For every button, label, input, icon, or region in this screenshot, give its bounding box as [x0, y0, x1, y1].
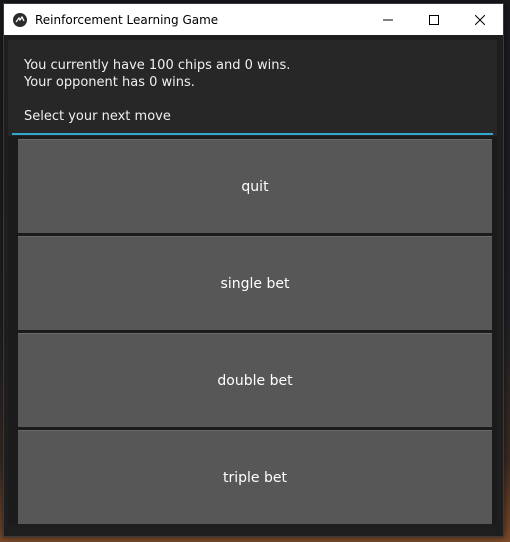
status-panel: You currently have 100 chips and 0 wins.…: [8, 40, 497, 136]
close-button[interactable]: [457, 4, 503, 35]
kivy-logo-icon: [13, 12, 27, 27]
triple-bet-button[interactable]: triple bet: [18, 430, 492, 524]
double-bet-button[interactable]: double bet: [18, 333, 492, 427]
player-status-text: You currently have 100 chips and 0 wins.: [24, 58, 291, 73]
title-bar[interactable]: Reinforcement Learning Game: [4, 4, 503, 35]
close-icon: [475, 14, 485, 25]
maximize-icon: [429, 14, 439, 25]
window-title: Reinforcement Learning Game: [35, 12, 219, 27]
accent-divider: [12, 133, 493, 135]
single-bet-button[interactable]: single bet: [18, 236, 492, 330]
opponent-status-text: Your opponent has 0 wins.: [24, 75, 195, 90]
maximize-button[interactable]: [411, 4, 457, 35]
minimize-icon: [383, 19, 393, 20]
move-prompt-text: Select your next move: [24, 109, 171, 124]
window-controls: [365, 4, 503, 35]
app-window: Reinforcement Learning Game You currentl…: [3, 3, 504, 537]
minimize-button[interactable]: [365, 4, 411, 35]
game-content: You currently have 100 chips and 0 wins.…: [8, 40, 497, 524]
quit-button[interactable]: quit: [18, 139, 492, 233]
